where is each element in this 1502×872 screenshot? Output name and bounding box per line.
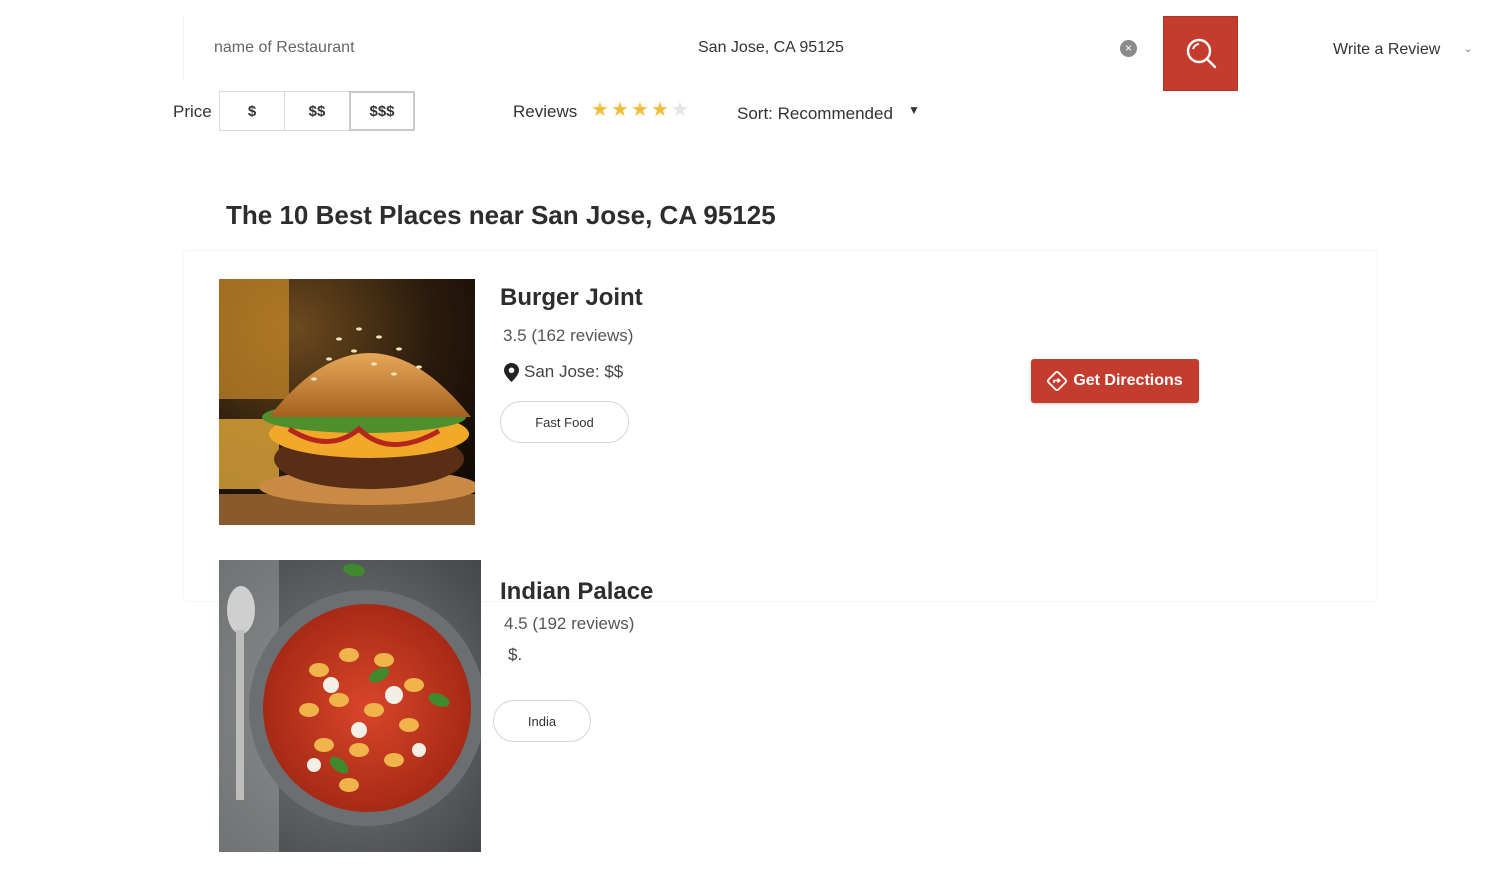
close-icon[interactable]: ×	[1120, 40, 1137, 57]
star-rating-filter: ★ ★ ★ ★ ★	[591, 99, 691, 121]
price-option-3[interactable]: $$$	[349, 91, 415, 131]
caret-down-icon[interactable]: ▼	[908, 103, 920, 117]
location-text: $.	[508, 645, 523, 664]
restaurant-name[interactable]: Burger Joint	[500, 284, 643, 312]
chevron-down-icon[interactable]: ⌄	[1464, 44, 1472, 55]
price-label: Price	[173, 102, 212, 121]
get-directions-button[interactable]: Get Directions	[1031, 359, 1199, 403]
restaurant-name-input[interactable]	[214, 34, 534, 62]
restaurant-name[interactable]: Indian Palace	[500, 578, 653, 606]
price-filter: $ $$ $$$	[219, 91, 415, 131]
burger-photo[interactable]	[219, 279, 475, 525]
star-icon[interactable]: ★	[591, 99, 611, 121]
sort-dropdown[interactable]: Sort: Recommended	[737, 104, 893, 124]
restaurant-rating: 3.5 (162 reviews)	[503, 326, 634, 345]
location-input[interactable]	[698, 34, 1078, 62]
category-tag[interactable]: Fast Food	[500, 401, 629, 443]
star-icon[interactable]: ★	[651, 99, 671, 121]
write-review-link[interactable]: Write a Review	[1333, 41, 1440, 59]
gnocchi-pan-photo[interactable]	[219, 560, 481, 852]
get-directions-label: Get Directions	[1073, 372, 1183, 389]
restaurant-location: San Jose: $$	[504, 362, 623, 382]
directions-icon	[1047, 371, 1068, 391]
star-icon[interactable]: ★	[631, 99, 651, 121]
search-bar: ×	[183, 16, 1163, 80]
price-option-2[interactable]: $$	[284, 91, 350, 131]
reviews-label: Reviews	[513, 102, 578, 121]
search-button[interactable]	[1163, 16, 1238, 91]
map-pin-icon	[504, 362, 519, 382]
restaurant-rating: 4.5 (192 reviews)	[504, 614, 635, 633]
location-text: San Jose: $$	[524, 362, 624, 381]
star-icon[interactable]: ★	[611, 99, 631, 121]
restaurant-location: $.	[508, 645, 522, 665]
price-option-1[interactable]: $	[219, 91, 285, 131]
star-empty-icon[interactable]: ★	[671, 99, 691, 121]
search-icon	[1186, 38, 1217, 69]
category-tag[interactable]: India	[493, 700, 591, 742]
page-title: The 10 Best Places near San Jose, CA 951…	[226, 200, 776, 230]
